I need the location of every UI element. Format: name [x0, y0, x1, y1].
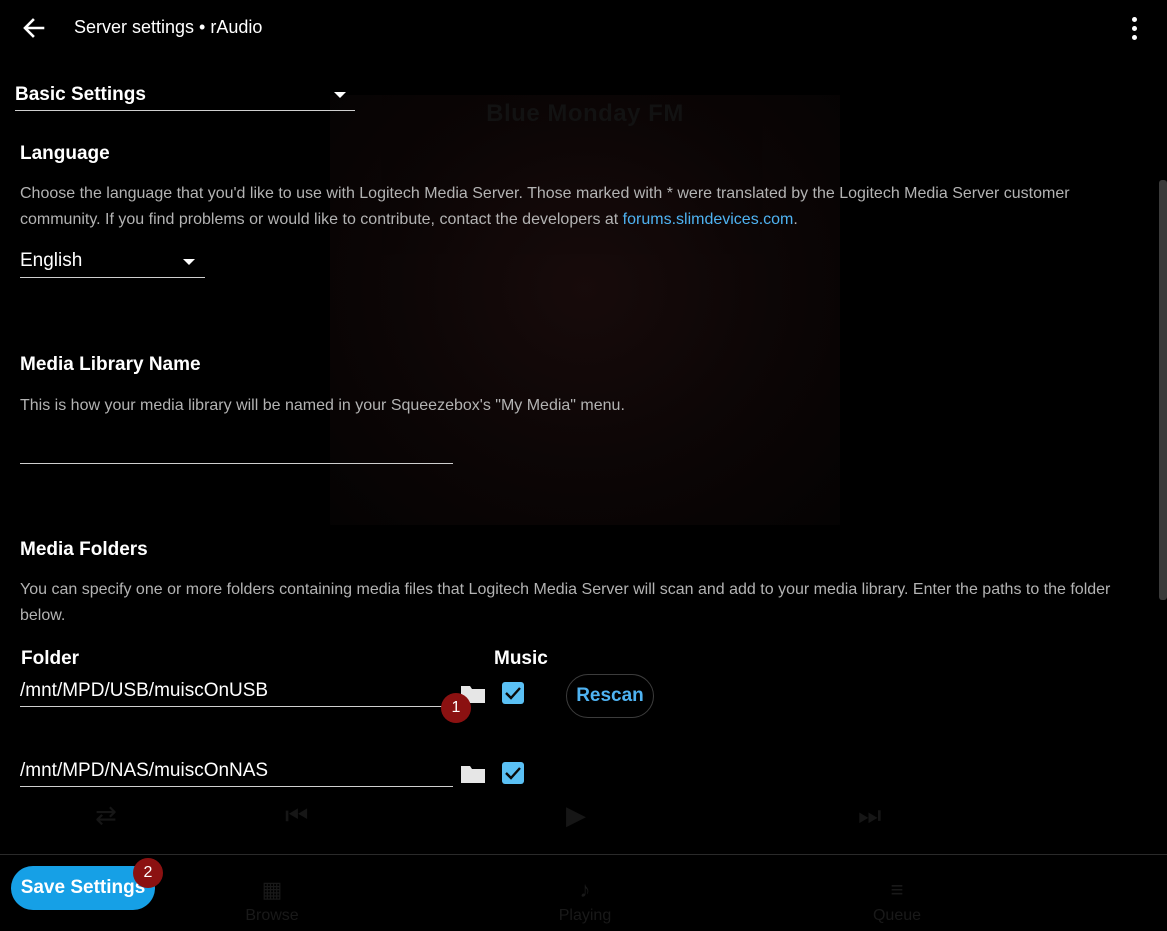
- background-nav-label: Playing: [558, 907, 612, 924]
- background-art-title: Blue Monday FM: [486, 100, 684, 127]
- language-description: Choose the language that you'd like to u…: [20, 181, 1120, 233]
- arrow-left-icon: [23, 18, 45, 38]
- background-nav-playing: ♪ Playing: [525, 877, 645, 925]
- background-prev-icon: ⏮: [285, 800, 309, 830]
- footer-divider: [0, 854, 1167, 855]
- chevron-down-icon: [183, 259, 195, 265]
- background-nav-queue: ≡ Queue: [837, 877, 957, 925]
- folder-path-field[interactable]: [20, 678, 453, 707]
- folder-path-input[interactable]: [20, 680, 453, 702]
- scrollbar-thumb[interactable]: [1159, 180, 1167, 600]
- more-vert-icon-dot: [1131, 34, 1137, 40]
- music-column-header: Music: [494, 648, 548, 669]
- music-checkbox[interactable]: [502, 682, 524, 704]
- media-folders-description: You can specify one or more folders cont…: [20, 581, 1111, 624]
- music-checkbox[interactable]: [502, 762, 524, 784]
- language-heading: Language: [20, 143, 110, 164]
- check-icon: [505, 767, 521, 780]
- background-bottom-nav: ▦ Browse ♪ Playing ≡ Queue: [0, 851, 1167, 931]
- back-button[interactable]: [14, 12, 54, 44]
- library-name-description: This is how your media library will be n…: [20, 397, 625, 414]
- background-player-controls: ⇄ ⏮ ▶ ⏭: [0, 800, 1167, 850]
- background-nav-browse: ▦ Browse: [212, 877, 332, 925]
- language-select-value: English: [20, 250, 83, 271]
- more-vert-icon-dot: [1131, 25, 1137, 31]
- forums-link[interactable]: forums.slimdevices.com: [623, 211, 794, 228]
- folder-column-header: Folder: [21, 648, 80, 669]
- folder-path-input[interactable]: [20, 760, 453, 782]
- settings-section-select[interactable]: Basic Settings: [15, 80, 355, 111]
- scrollbar[interactable]: [1159, 60, 1167, 855]
- language-description-text: Choose the language that you'd like to u…: [20, 185, 1070, 228]
- library-name-input[interactable]: [20, 437, 453, 459]
- more-vert-icon: [1131, 16, 1137, 22]
- language-select[interactable]: English: [20, 248, 205, 278]
- settings-section-value: Basic Settings: [15, 84, 146, 105]
- library-name-field[interactable]: [20, 435, 453, 464]
- background-playing-icon: ♪: [579, 877, 591, 902]
- annotation-badge: 2: [133, 858, 163, 888]
- background-nav-label: Browse: [245, 907, 299, 924]
- folder-icon[interactable]: [460, 764, 486, 784]
- check-icon: [505, 687, 521, 700]
- background-next-icon: ⏭: [858, 800, 882, 830]
- background-queue-icon: ≡: [890, 877, 904, 902]
- background-nav-label: Queue: [872, 907, 922, 924]
- folder-path-field[interactable]: [20, 758, 453, 787]
- background-browse-icon: ▦: [261, 877, 283, 902]
- media-folders-heading: Media Folders: [20, 539, 148, 560]
- page-title: Server settings • rAudio: [74, 17, 263, 37]
- background-shuffle-icon: ⇄: [95, 800, 117, 830]
- app-header: Server settings • rAudio: [0, 0, 1167, 56]
- background-play-icon: ▶: [566, 800, 586, 830]
- annotation-badge: 1: [441, 693, 471, 723]
- chevron-down-icon: [334, 92, 346, 98]
- rescan-button[interactable]: Rescan: [566, 674, 654, 718]
- more-options-button[interactable]: [1119, 14, 1149, 42]
- library-name-heading: Media Library Name: [20, 354, 201, 375]
- language-description-end: .: [793, 211, 798, 228]
